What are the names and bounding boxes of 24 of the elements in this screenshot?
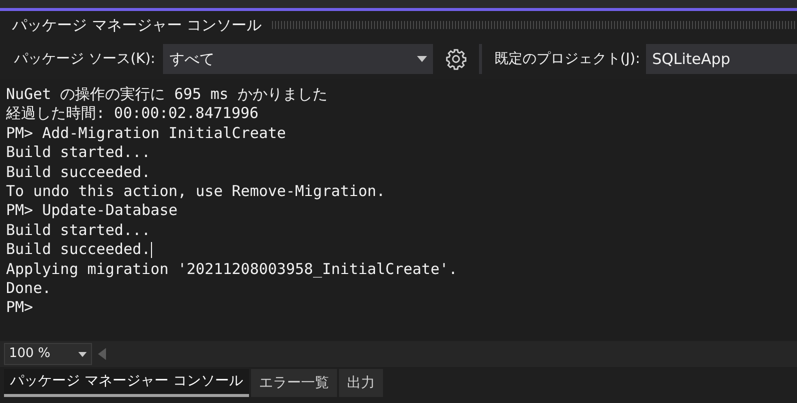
panel-tab[interactable]: エラー一覧 <box>250 369 337 397</box>
panel-tab[interactable]: パッケージ マネージャー コンソール <box>4 369 249 397</box>
console-line: Build succeeded. <box>6 162 150 182</box>
caret-icon <box>417 56 428 62</box>
source-label: パッケージ ソース(K): <box>14 50 156 68</box>
console-line: Build succeeded. <box>6 240 150 260</box>
settings-icon[interactable] <box>445 48 468 70</box>
console-line: PM> <box>6 298 34 318</box>
console-line: Applying migration '20211208003958_InitialCreate'. <box>6 260 458 279</box>
console-line: Build started... <box>6 220 150 240</box>
console-line: NuGet の操作の実行に 695 ms かかりました <box>6 85 328 104</box>
project-label: 既定のプロジェクト(J): <box>494 50 640 68</box>
panel-title: パッケージ マネージャー コンソール <box>12 14 262 36</box>
caret-icon <box>78 352 87 356</box>
console-line: Done. <box>6 278 52 298</box>
console-line: PM> Add-Migration InitialCreate <box>6 124 286 144</box>
console-line: Build started... <box>6 143 150 163</box>
source-dropdown[interactable]: すべて <box>163 44 434 74</box>
project-dropdown[interactable]: SQLiteApp <box>646 44 797 74</box>
console-line: PM> Update-Database <box>6 201 178 221</box>
console-line: To undo this action, use Remove-Migration. <box>6 182 386 202</box>
console-line: 経過した時間: 00:00:02.8471996 <box>6 104 259 124</box>
panel-tab[interactable]: 出力 <box>338 369 383 397</box>
zoom-dropdown[interactable]: 100 % <box>4 343 92 365</box>
